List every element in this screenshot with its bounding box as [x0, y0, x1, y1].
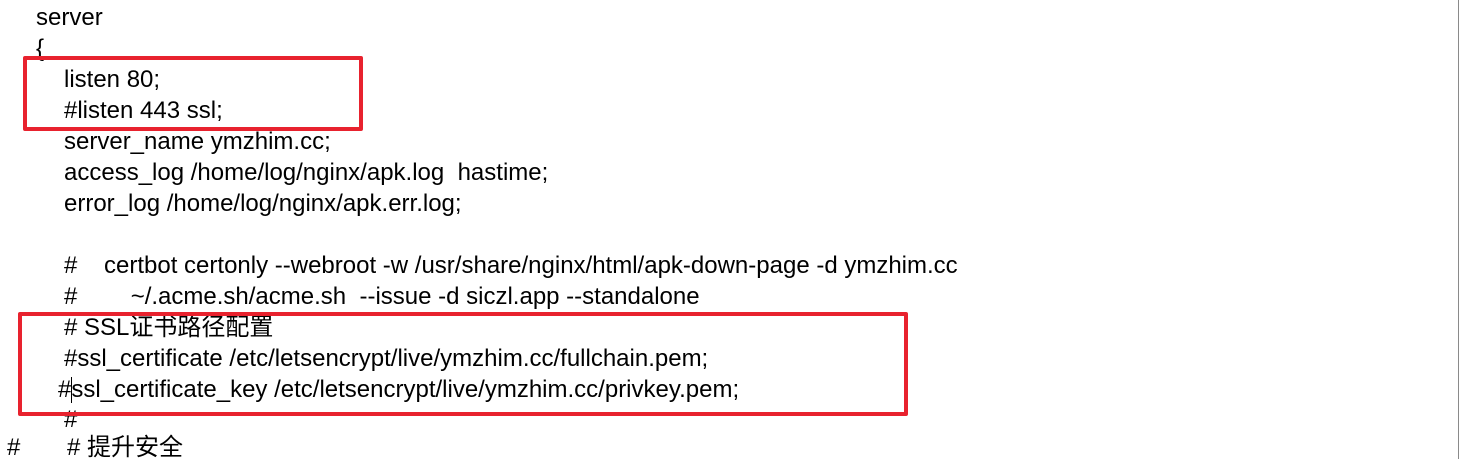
- code-line-security-comment: # # 提升安全: [7, 434, 184, 461]
- text-cursor: [71, 377, 72, 403]
- code-line-certbot-comment: # certbot certonly --webroot -w /usr/sha…: [64, 252, 958, 279]
- code-line-listen-80: listen 80;: [64, 66, 161, 93]
- code-line-server: server: [36, 4, 103, 31]
- code-line-hash: #: [64, 406, 78, 433]
- code-line-error-log: error_log /home/log/nginx/apk.err.log;: [64, 190, 462, 217]
- code-line-acme-comment: # ~/.acme.sh/acme.sh --issue -d siczl.ap…: [64, 283, 700, 310]
- code-line-open-brace: {: [36, 35, 45, 62]
- code-line-access-log: access_log /home/log/nginx/apk.log hasti…: [64, 159, 549, 186]
- code-line-ssl-path-comment: # SSL证书路径配置: [64, 314, 274, 341]
- code-line-ssl-certificate: #ssl_certificate /etc/letsencrypt/live/y…: [64, 345, 709, 372]
- text-editor[interactable]: server { listen 80; #listen 443 ssl; ser…: [0, 0, 1459, 461]
- code-line-server-name: server_name ymzhim.cc;: [64, 128, 331, 155]
- code-line-listen-443: #listen 443 ssl;: [64, 97, 223, 124]
- code-line-ssl-certificate-key: #ssl_certificate_key /etc/letsencrypt/li…: [58, 376, 740, 403]
